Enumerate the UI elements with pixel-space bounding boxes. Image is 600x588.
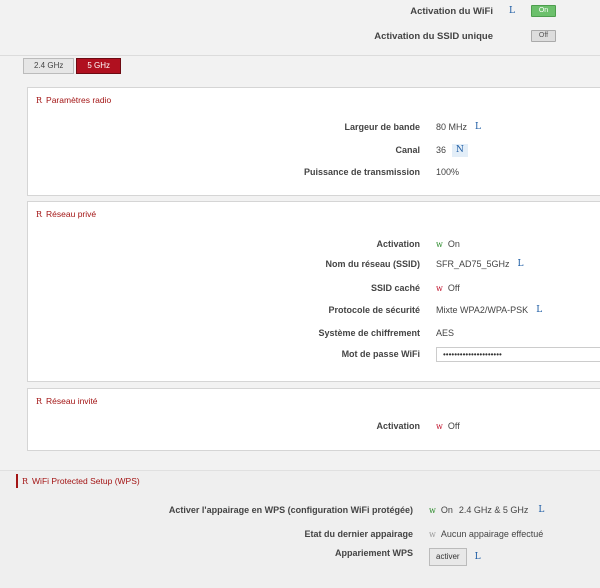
section-icon: R (36, 95, 43, 105)
bandwidth-value-wrap: 80 MHz L (436, 122, 489, 132)
wps-enable-label: Activer l'appairage en WPS (configuratio… (168, 505, 413, 515)
status-icon: w (436, 421, 443, 431)
radio-panel: R Paramètres radio Largeur de bande 80 M… (27, 87, 600, 196)
power-field: Puissance de transmission 100% (28, 166, 600, 178)
guest-title: R Réseau invité (36, 396, 98, 406)
wps-pairing-label: Appariement WPS (334, 548, 413, 558)
link-icon: L (474, 552, 481, 562)
wps-enable-value[interactable]: On (441, 505, 453, 515)
status-icon: w (436, 283, 443, 293)
ssid-value[interactable]: SFR_AD75_5GHz (436, 259, 510, 269)
guest-network-panel: R Réseau invité Activation w Off (27, 388, 600, 451)
section-icon: R (36, 396, 43, 406)
security-value[interactable]: Mixte WPA2/WPA-PSK (436, 305, 528, 315)
channel-value-wrap: 36 N (436, 143, 468, 157)
tab-5ghz[interactable]: 5 GHz (76, 58, 122, 74)
status-icon: w (429, 529, 436, 539)
ssid-value-wrap: SFR_AD75_5GHz L (436, 259, 532, 269)
ssid-unique-label: Activation du SSID unique (374, 30, 493, 42)
wps-pairing-value-wrap: activer L (429, 548, 489, 566)
private-title: R Réseau privé (36, 209, 96, 219)
status-icon: w (436, 239, 443, 249)
bandwidth-field: Largeur de bande 80 MHz L (28, 121, 600, 133)
private-activation-field: Activation w On (28, 238, 600, 250)
section-icon: R (36, 209, 43, 219)
ssid-field: Nom du réseau (SSID) SFR_AD75_5GHz L (28, 258, 600, 270)
bandwidth-label: Largeur de bande (344, 122, 420, 132)
note-icon: N (452, 143, 468, 157)
band-tabs: 2.4 GHz 5 GHz (23, 58, 122, 74)
radio-title-text: Paramètres radio (46, 95, 112, 105)
bandwidth-value[interactable]: 80 MHz (436, 122, 467, 132)
private-activation-value-wrap: w On (436, 239, 460, 249)
link-icon: L (536, 305, 543, 315)
wps-title-text: WiFi Protected Setup (WPS) (32, 476, 140, 486)
wps-activate-button[interactable]: activer (429, 548, 467, 566)
hidden-ssid-field: SSID caché w Off (28, 282, 600, 294)
cipher-field: Système de chiffrement AES (28, 327, 600, 339)
power-label: Puissance de transmission (303, 167, 420, 177)
security-field: Protocole de sécurité Mixte WPA2/WPA-PSK… (28, 304, 600, 316)
private-network-panel: R Réseau privé Activation w On Nom du ré… (27, 201, 600, 382)
security-label: Protocole de sécurité (328, 305, 420, 315)
radio-title: R Paramètres radio (36, 95, 111, 105)
wps-bands: 2.4 GHz & 5 GHz (458, 505, 529, 515)
wps-last-value-wrap: w Aucun appairage effectué (429, 529, 543, 539)
guest-activation-field: Activation w Off (28, 420, 600, 432)
ssid-label: Nom du réseau (SSID) (325, 259, 420, 269)
wps-last-value: Aucun appairage effectué (440, 529, 544, 539)
hidden-ssid-label: SSID caché (370, 283, 420, 293)
link-icon: L (538, 505, 545, 515)
private-title-text: Réseau privé (46, 209, 97, 219)
section-icon: R (22, 476, 29, 486)
security-value-wrap: Mixte WPA2/WPA-PSK L (436, 305, 550, 315)
guest-activation-value-wrap: w Off (436, 421, 460, 431)
password-field: Mot de passe WiFi ••••••••••••••••••••• (28, 346, 600, 362)
status-icon: w (429, 505, 436, 515)
link-icon: L (509, 6, 515, 16)
wps-enable-value-wrap: w On 2.4 GHz & 5 GHz L (429, 505, 552, 515)
password-input[interactable]: ••••••••••••••••••••• (436, 346, 600, 362)
link-icon: L (475, 122, 481, 132)
channel-label: Canal (395, 145, 420, 155)
wifi-toggle[interactable]: On (531, 5, 556, 17)
ssid-unique-toggle[interactable]: Off (531, 30, 556, 42)
password-label: Mot de passe WiFi (341, 349, 420, 359)
channel-value[interactable]: 36 (436, 145, 446, 155)
hidden-ssid-value-wrap: w Off (436, 283, 460, 293)
guest-activation-label: Activation (376, 421, 420, 431)
wps-last-label: Etat du dernier appairage (304, 529, 413, 539)
wps-title: R WiFi Protected Setup (WPS) (16, 474, 140, 488)
private-activation-value[interactable]: On (448, 239, 460, 249)
wifi-activation-label: Activation du WiFi (410, 5, 493, 17)
link-icon: L (517, 259, 524, 269)
guest-title-text: Réseau invité (46, 396, 98, 406)
channel-field: Canal 36 N (28, 143, 600, 157)
power-value[interactable]: 100% (436, 167, 459, 177)
cipher-value[interactable]: AES (436, 328, 454, 338)
hidden-ssid-value[interactable]: Off (448, 283, 460, 293)
guest-activation-value[interactable]: Off (448, 421, 460, 431)
cipher-label: Système de chiffrement (318, 328, 420, 338)
tab-2-4ghz[interactable]: 2.4 GHz (23, 58, 75, 74)
private-activation-label: Activation (376, 239, 420, 249)
